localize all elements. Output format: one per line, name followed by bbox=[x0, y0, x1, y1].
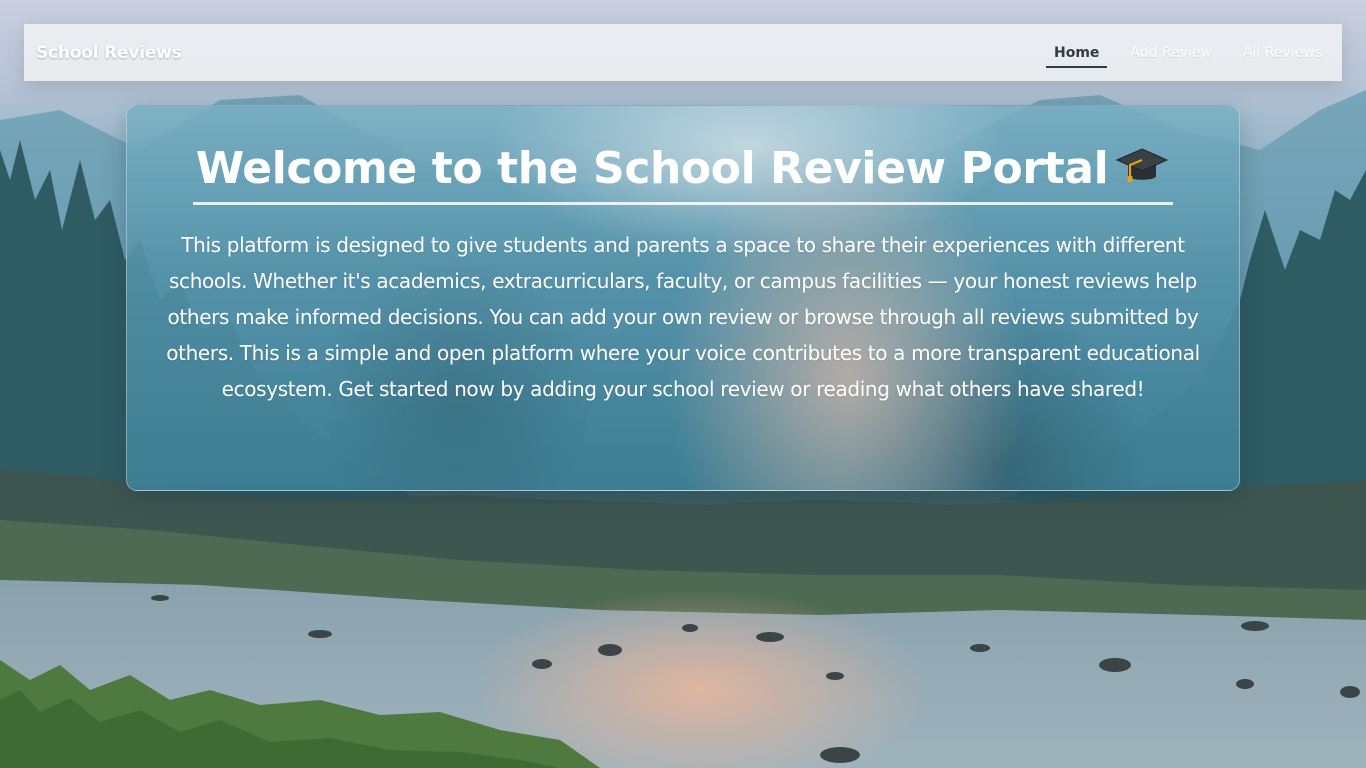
nav-link-all-reviews[interactable]: All Reviews bbox=[1235, 38, 1330, 68]
nav-links: Home Add Review All Reviews bbox=[1031, 24, 1330, 81]
nav-link-home[interactable]: Home bbox=[1046, 38, 1108, 68]
top-navbar: School Reviews Home Add Review All Revie… bbox=[24, 24, 1342, 81]
nav-link-add-review[interactable]: Add Review bbox=[1122, 38, 1220, 68]
hero-description: This platform is designed to give studen… bbox=[166, 233, 1200, 401]
hero-card: Welcome to the School Review Portal This… bbox=[126, 105, 1240, 491]
page-title-text: Welcome to the School Review Portal bbox=[195, 143, 1109, 194]
brand-logo-text[interactable]: School Reviews bbox=[36, 43, 182, 63]
page-title: Welcome to the School Review Portal bbox=[192, 142, 1174, 205]
graduation-cap-icon bbox=[1114, 143, 1170, 187]
